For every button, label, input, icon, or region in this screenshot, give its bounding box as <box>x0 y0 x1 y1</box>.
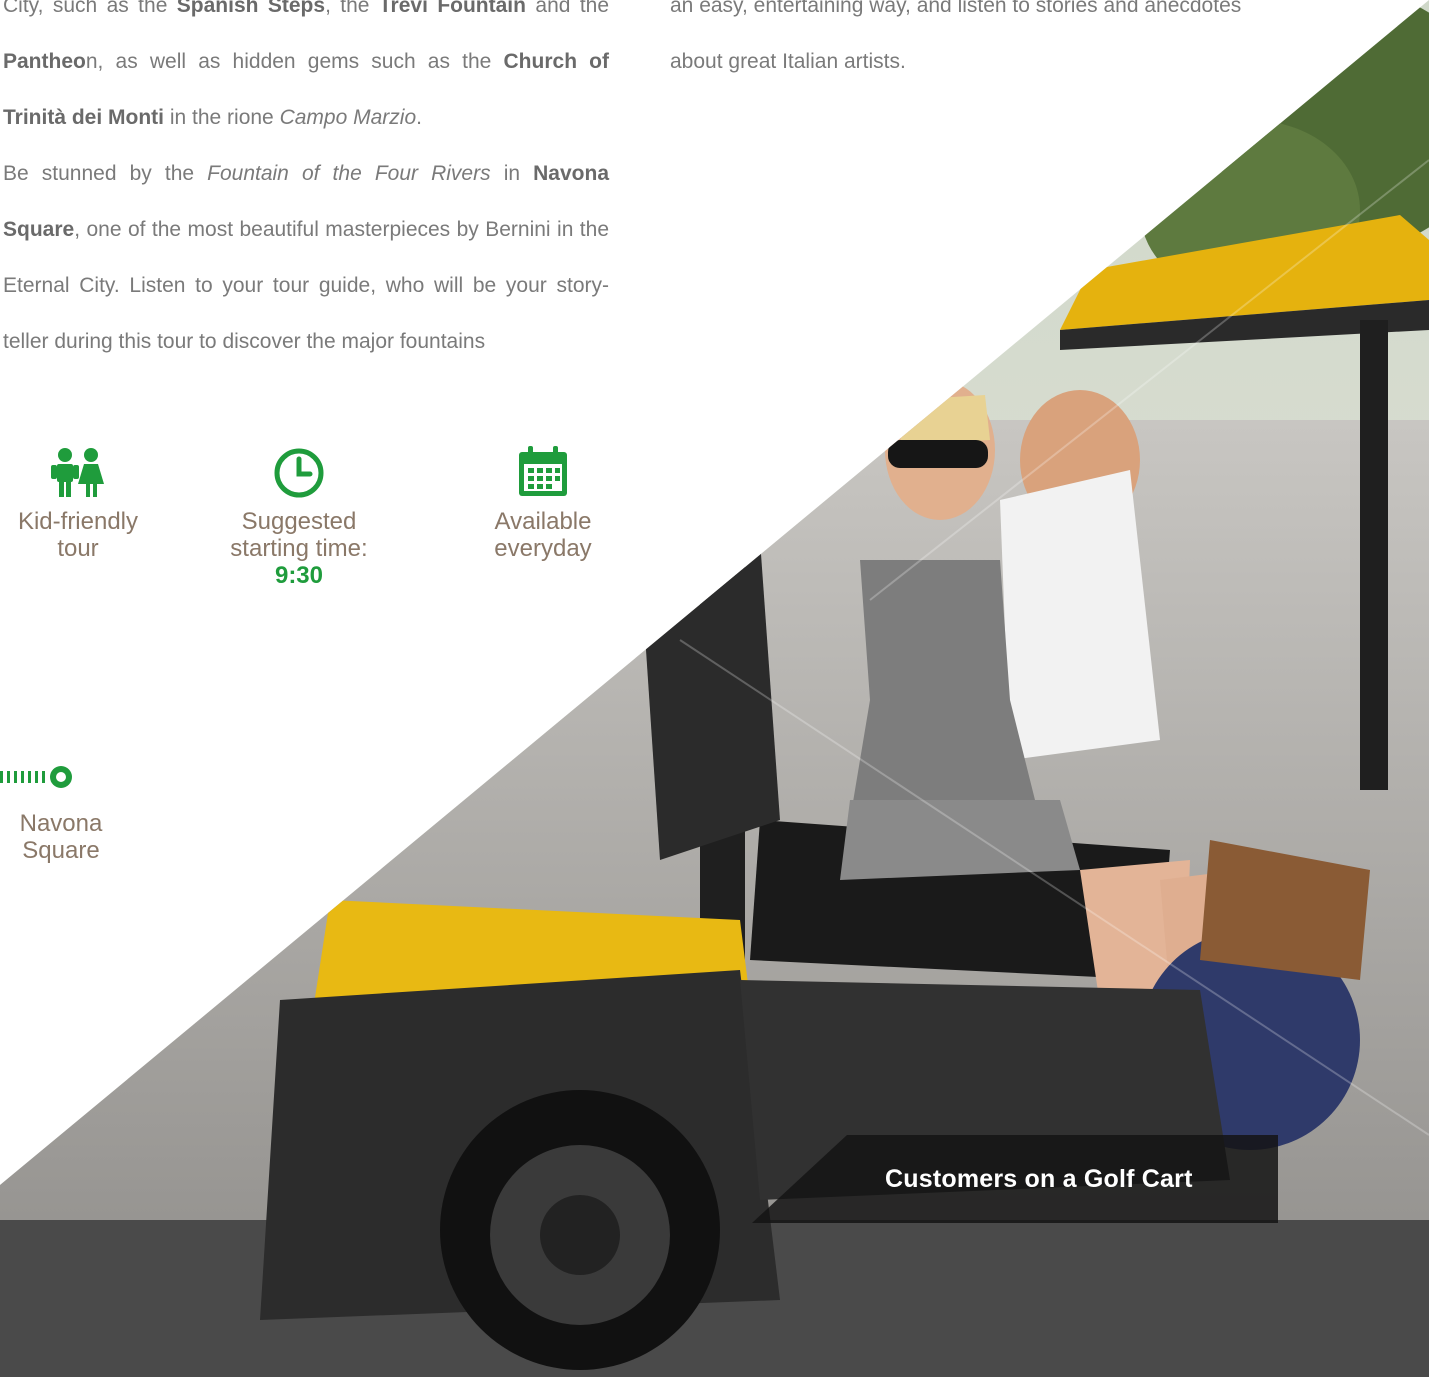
starting-time-value: 9:30 <box>274 562 324 589</box>
feature-availability: Available everyday <box>453 446 633 562</box>
calendar-icon <box>519 446 567 496</box>
route-stop-label-line: Navona <box>19 810 103 837</box>
photo-caption-text: Customers on a Golf Cart <box>885 1165 1193 1193</box>
clock-icon <box>274 448 324 498</box>
text-line: an easy, entertaining way, and listen to… <box>670 0 1242 17</box>
feature-label: Kid-friendly <box>17 508 139 535</box>
feature-starting-time: Suggested starting time: 9:30 <box>209 446 389 589</box>
feature-kid-friendly: Kid-friendly tour <box>0 446 168 562</box>
feature-label: everyday <box>494 535 592 562</box>
text-line: about great Italian artists. <box>670 50 906 73</box>
feature-label: tour <box>57 535 99 562</box>
route-stop-label-line: Square <box>22 837 100 864</box>
tour-description-right: an easy, entertaining way, and listen to… <box>670 0 1290 90</box>
kids-icon <box>51 448 104 497</box>
tour-description-left: City, such as the Spanish Steps, the Tre… <box>3 0 610 353</box>
feature-label: starting time: <box>230 535 368 562</box>
route-stop-label: Navona Square <box>0 810 122 864</box>
route-stop-marker-icon <box>0 766 72 788</box>
feature-label: Suggested <box>241 508 357 535</box>
feature-label: Available <box>494 508 592 535</box>
